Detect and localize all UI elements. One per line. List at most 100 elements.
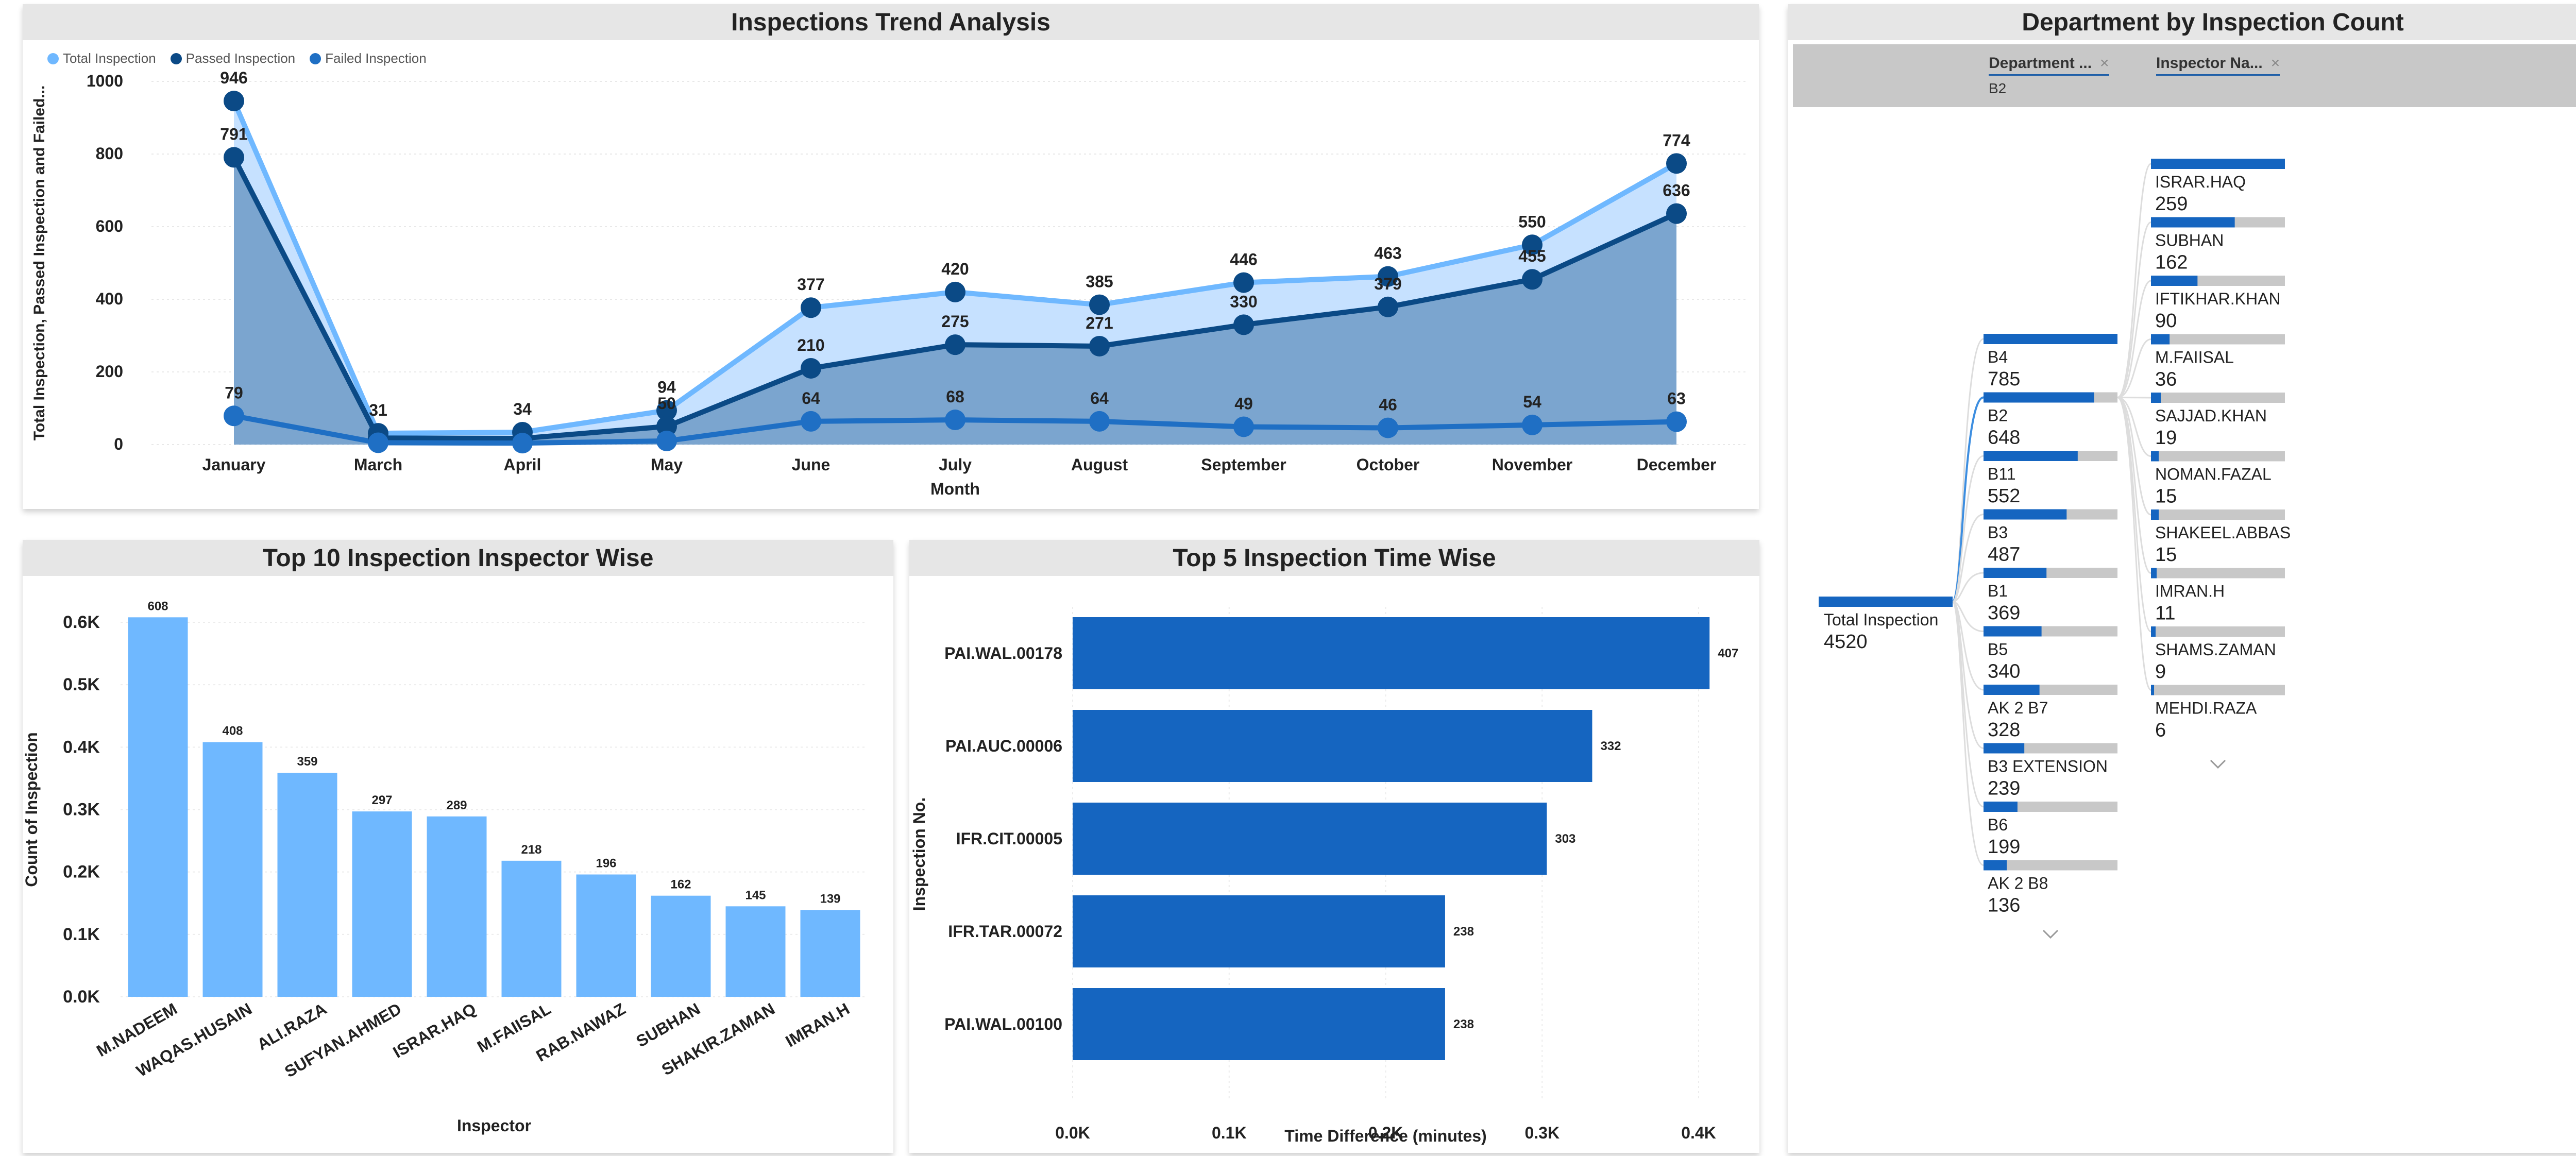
dept-bar-fill <box>1984 743 2025 754</box>
data-point <box>224 405 244 427</box>
bar <box>800 910 860 997</box>
bar <box>1073 803 1547 875</box>
trend-panel: Inspections Trend Analysis Total Inspect… <box>23 4 1759 509</box>
inspector-name: IFTIKHAR.KHAN <box>2155 290 2281 308</box>
inspector-bar-fill <box>2151 626 2156 637</box>
data-label: 636 <box>1663 181 1690 200</box>
inspector-value: 19 <box>2155 427 2177 449</box>
bar-value-label: 408 <box>222 724 243 738</box>
inspector-bar-fill <box>2151 685 2155 695</box>
inspector-name: SHAKEEL.ABBAS <box>2155 523 2291 542</box>
inspector-name: ISRAR.HAQ <box>2155 173 2246 191</box>
x-tick-label: August <box>1071 455 1128 474</box>
bar-value-label: 297 <box>371 793 392 807</box>
bar <box>427 816 487 997</box>
bar <box>1073 988 1445 1060</box>
bar <box>501 860 562 997</box>
inspector-bar-track <box>2151 509 2285 520</box>
data-label: 791 <box>220 125 247 143</box>
data-label: 377 <box>797 275 824 294</box>
bar-value-label: 303 <box>1555 832 1575 846</box>
inspector-bar-track <box>2151 626 2285 637</box>
bar-value-label: 145 <box>745 888 766 902</box>
data-label: 379 <box>1374 275 1401 293</box>
x-tick-label: March <box>354 455 402 474</box>
data-point <box>1378 296 1398 317</box>
y-tick-label: 600 <box>96 217 123 235</box>
y-tick-label: 0.4K <box>63 737 100 757</box>
chevron-down-icon <box>2042 929 2059 939</box>
tree-connector <box>1952 338 1984 603</box>
inspector-bar-fill <box>2151 568 2157 579</box>
bar-value-label: 332 <box>1600 739 1621 753</box>
inspector-bar-fill <box>2151 334 2170 345</box>
data-label: 68 <box>946 387 964 406</box>
data-label: 210 <box>797 336 824 354</box>
y-tick-label: 800 <box>96 144 123 163</box>
y-tick-label: 0 <box>114 435 123 453</box>
data-label: 774 <box>1663 131 1690 149</box>
x-tick-label: 0.3K <box>1524 1124 1560 1142</box>
dept-name: B1 <box>1988 582 2008 600</box>
y-tick-label: PAI.WAL.00100 <box>944 1015 1062 1033</box>
y-tick-label: 0.0K <box>63 987 100 1007</box>
data-label: 64 <box>802 389 820 407</box>
dept-bar-fill <box>1984 626 2042 637</box>
inspector-bar-fill <box>2151 159 2285 169</box>
inspector-value: 36 <box>2155 369 2177 390</box>
dept-name: B3 <box>1988 523 2008 542</box>
data-label: 385 <box>1086 273 1113 291</box>
inspector-value: 259 <box>2155 193 2188 215</box>
data-point <box>1089 335 1110 356</box>
data-label: 63 <box>1667 389 1686 408</box>
inspector-bar-fill <box>2151 393 2161 403</box>
dept-name: B11 <box>1988 465 2016 483</box>
data-label: 49 <box>1234 394 1253 413</box>
dept-bar-fill <box>1984 802 2018 812</box>
bar-value-label: 289 <box>446 798 467 812</box>
data-label: 34 <box>513 400 532 418</box>
dept-value: 648 <box>1988 427 2020 449</box>
dept-value: 136 <box>1988 895 2020 916</box>
data-label: 446 <box>1230 250 1257 269</box>
data-label: 275 <box>941 312 969 331</box>
y-tick-label: IFR.CIT.00005 <box>956 829 1062 848</box>
y-axis-title: Inspection No. <box>910 797 928 911</box>
inspector-value: 15 <box>2155 544 2177 566</box>
dept-name: AK 2 B8 <box>1988 874 2048 893</box>
tree-connector <box>2117 163 2151 398</box>
data-point <box>512 433 533 454</box>
bar-value-label: 162 <box>670 878 691 892</box>
bar <box>202 742 263 997</box>
y-tick-label: 0.5K <box>63 675 100 694</box>
inspector-name: SHAMS.ZAMAN <box>2155 640 2276 659</box>
decomposition-tree: Total Inspection 4520 B4 785 B2 648 B11 552 B3 48… <box>1819 159 2291 939</box>
y-tick-label: 0.2K <box>63 862 100 882</box>
bar <box>1073 895 1445 967</box>
dept-bar-fill <box>1984 860 2007 871</box>
data-label: 455 <box>1518 247 1546 265</box>
x-axis-title: Time Difference (minutes) <box>1284 1127 1486 1145</box>
data-point <box>656 430 677 451</box>
inspector-bar-fill <box>2151 276 2198 286</box>
data-label: 330 <box>1230 292 1257 311</box>
y-tick-label: PAI.AUC.00006 <box>945 737 1062 755</box>
inspector-bar-track <box>2151 685 2285 695</box>
bar-value-label: 407 <box>1718 647 1738 660</box>
inspector-bar-track <box>2151 451 2285 462</box>
timewise-panel: Top 5 Inspection Time Wise 0.0K 0.1K 0.2K 0… <box>909 540 1759 1153</box>
bar <box>1073 710 1592 782</box>
data-point <box>1233 272 1254 293</box>
tree-connector <box>2117 397 2151 633</box>
data-label: 79 <box>225 383 243 402</box>
x-tick-label: 0.1K <box>1212 1124 1247 1142</box>
bar <box>277 773 337 997</box>
data-label: 420 <box>941 260 969 278</box>
data-point <box>1666 153 1687 174</box>
dept-bar-fill <box>1984 509 2067 520</box>
data-label: 31 <box>369 401 387 419</box>
trend-chart: 02004006008001000 94631 3494377420385446 46… <box>31 69 1749 498</box>
dept-value: 487 <box>1988 544 2020 566</box>
dept-name: B4 <box>1988 348 2008 366</box>
bar-value-label: 196 <box>596 857 616 871</box>
